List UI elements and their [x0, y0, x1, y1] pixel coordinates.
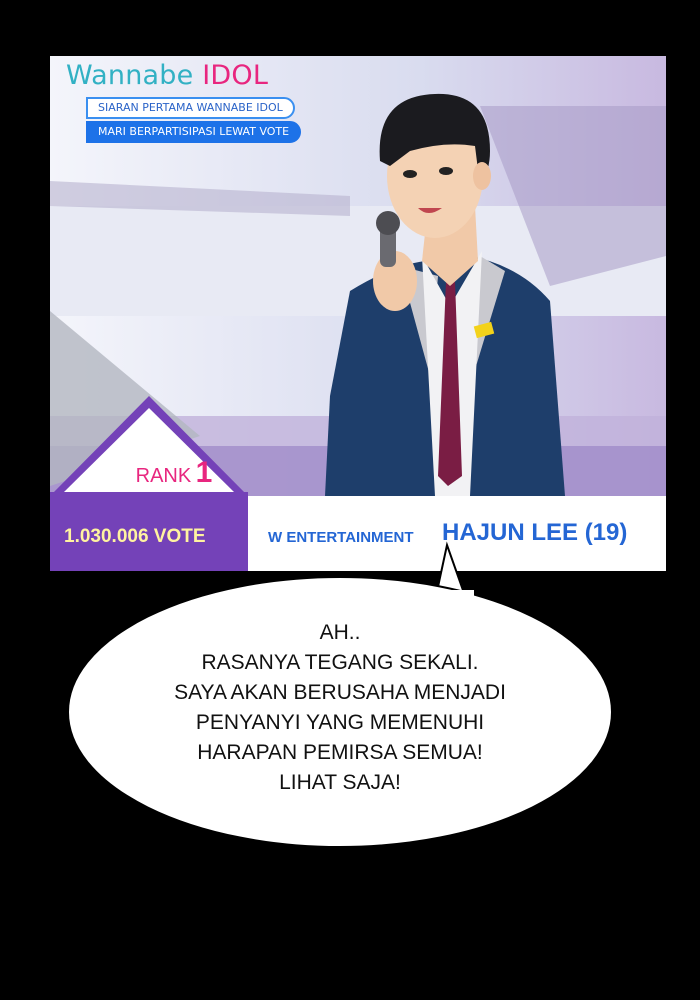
speech-text: AH.. RASANYA TEGANG SEKALI. SAYA AKAN BE…: [100, 618, 580, 798]
speech-bubble: [67, 541, 613, 848]
speech-line: RASANYA TEGANG SEKALI.: [201, 651, 479, 674]
speech-line: LIHAT SAJA!: [279, 771, 401, 794]
speech-line: SAYA AKAN BERUSAHA MENJADI: [174, 681, 506, 704]
speech-line: AH..: [319, 621, 361, 644]
speech-line: HARAPAN PEMIRSA SEMUA!: [197, 741, 483, 764]
speech-line: PENYANYI YANG MEMENUHI: [195, 711, 485, 734]
